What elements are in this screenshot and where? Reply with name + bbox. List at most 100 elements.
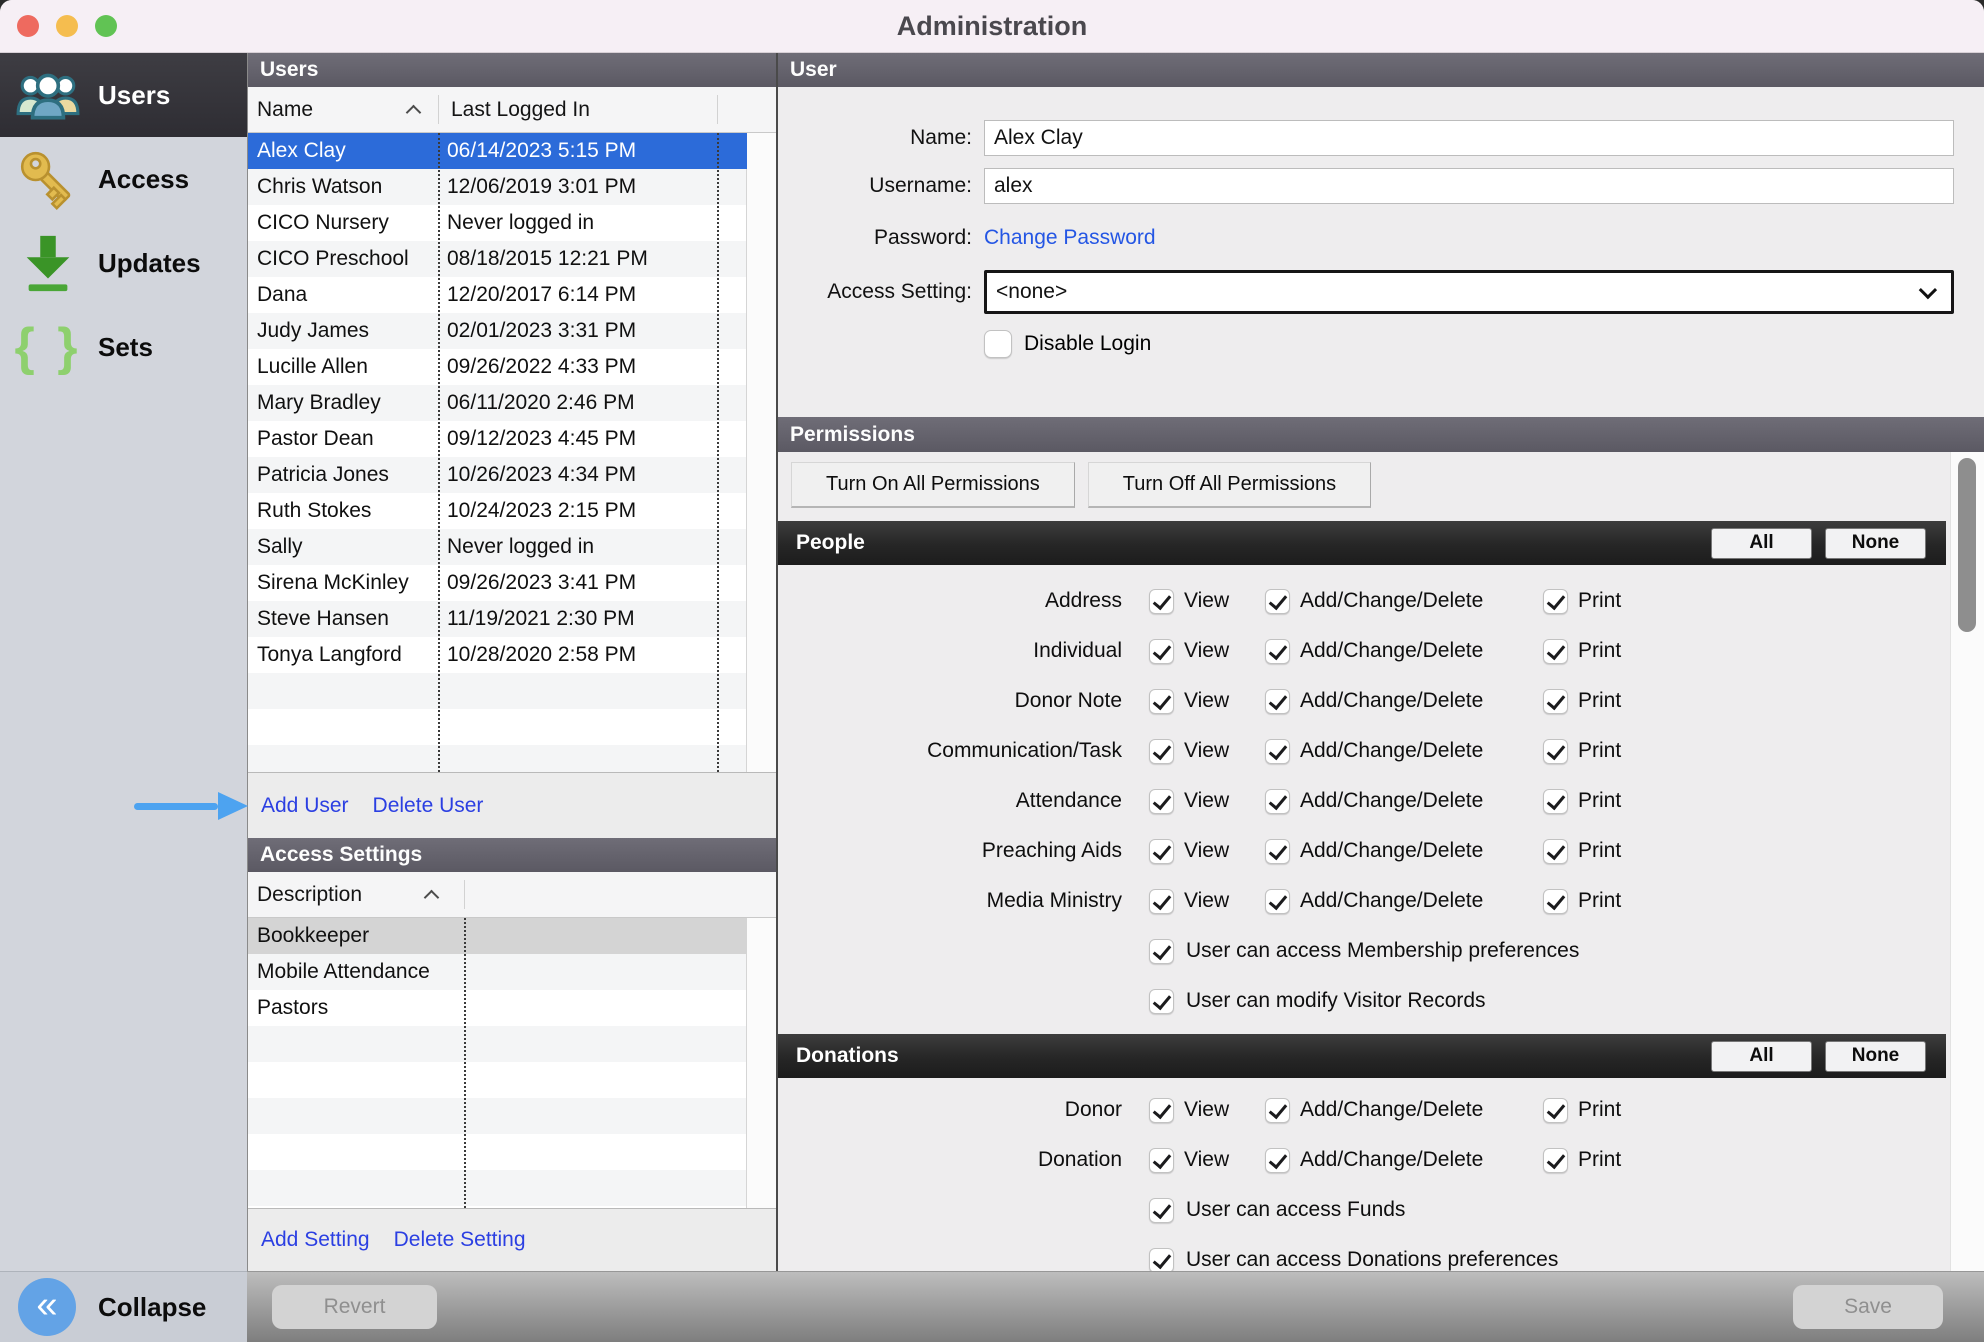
add-change-delete-checkbox[interactable] [1265, 588, 1290, 614]
user-name-cell: Lucille Allen [257, 355, 368, 378]
view-checkbox[interactable] [1149, 788, 1174, 814]
sidebar-item-access[interactable]: Access [0, 137, 247, 221]
permission-label: Donation [1037, 1148, 1122, 1171]
extra-permission-checkbox[interactable] [1149, 988, 1174, 1014]
print-checkbox[interactable] [1543, 788, 1568, 814]
print-checkbox[interactable] [1543, 738, 1568, 764]
add-change-delete-checkbox[interactable] [1265, 788, 1290, 814]
user-row[interactable]: Alex Clay 06/14/2023 5:15 PM [248, 133, 747, 169]
revert-button[interactable]: Revert [272, 1285, 437, 1329]
user-last-login-cell: 02/01/2023 3:31 PM [447, 319, 637, 342]
access-setting-select[interactable]: <none> [984, 270, 1954, 314]
people-none-button[interactable]: None [1825, 527, 1926, 559]
disable-login-checkbox[interactable] [984, 330, 1012, 358]
print-checkbox[interactable] [1543, 588, 1568, 614]
permission-row: Media Ministry View Add/Change/Delete Pr… [778, 876, 1984, 926]
access-setting-row[interactable]: Mobile Attendance [248, 954, 747, 990]
view-checkbox[interactable] [1149, 688, 1174, 714]
print-checkbox[interactable] [1543, 1097, 1568, 1123]
name-field[interactable] [984, 120, 1954, 156]
add-setting-link[interactable]: Add Setting [261, 1228, 370, 1252]
donations-permission-rows: Donor View Add/Change/Delete Print Donat… [778, 1085, 1984, 1185]
user-row[interactable]: Mary Bradley 06/11/2020 2:46 PM [248, 385, 747, 421]
print-checkbox[interactable] [1543, 638, 1568, 664]
extra-permission-row: User can modify Visitor Records [778, 976, 1984, 1026]
sidebar-item-sets[interactable]: { } Sets [0, 305, 247, 389]
access-settings-table: Bookkeeper Mobile Attendance Pastors [248, 918, 776, 1208]
user-row[interactable]: Judy James 02/01/2023 3:31 PM [248, 313, 747, 349]
users-col-name[interactable]: Name [248, 98, 408, 122]
view-checkbox[interactable] [1149, 588, 1174, 614]
extra-permission-checkbox[interactable] [1149, 938, 1174, 964]
view-checkbox[interactable] [1149, 1097, 1174, 1123]
permissions-scrollbar-thumb[interactable] [1958, 458, 1976, 632]
user-row[interactable]: Ruth Stokes 10/24/2023 2:15 PM [248, 493, 747, 529]
add-user-link[interactable]: Add User [261, 794, 349, 818]
user-row[interactable]: Steve Hansen 11/19/2021 2:30 PM [248, 601, 747, 637]
save-button[interactable]: Save [1793, 1285, 1943, 1329]
sidebar-label-updates: Updates [98, 247, 201, 278]
delete-user-link[interactable]: Delete User [373, 794, 484, 818]
access-settings-header: Access Settings [248, 838, 776, 872]
donations-none-button[interactable]: None [1825, 1040, 1926, 1072]
access-setting-row[interactable]: Pastors [248, 990, 747, 1026]
user-row[interactable]: CICO Preschool 08/18/2015 12:21 PM [248, 241, 747, 277]
users-col-last-logged-in[interactable]: Last Logged In [419, 98, 590, 122]
add-change-delete-checkbox[interactable] [1265, 1097, 1290, 1123]
access-col-description[interactable]: Description [248, 883, 426, 907]
people-extra-checks: User can access Membership preferences U… [778, 926, 1984, 1026]
print-checkbox[interactable] [1543, 888, 1568, 914]
user-row[interactable]: Chris Watson 12/06/2019 3:01 PM [248, 169, 747, 205]
user-last-login-cell: 10/28/2020 2:58 PM [447, 643, 637, 666]
user-row[interactable]: Sally Never logged in [248, 529, 747, 565]
user-row[interactable]: Patricia Jones 10/26/2023 4:34 PM [248, 457, 747, 493]
view-checkbox[interactable] [1149, 838, 1174, 864]
user-row[interactable]: Pastor Dean 09/12/2023 4:45 PM [248, 421, 747, 457]
view-checkbox[interactable] [1149, 738, 1174, 764]
donations-all-button[interactable]: All [1711, 1040, 1812, 1072]
print-checkbox[interactable] [1543, 688, 1568, 714]
permission-row: Donor View Add/Change/Delete Print [778, 1085, 1984, 1135]
collapse-button[interactable]: « [18, 1278, 76, 1336]
sort-ascending-icon [423, 889, 440, 906]
user-row[interactable]: Tonya Langford 10/28/2020 2:58 PM [248, 637, 747, 673]
print-checkbox[interactable] [1543, 838, 1568, 864]
view-checkbox[interactable] [1149, 1147, 1174, 1173]
user-name-cell: Patricia Jones [257, 463, 389, 486]
permissions-scrollbar-track[interactable] [1950, 452, 1984, 1342]
permission-row: Attendance View Add/Change/Delete Print [778, 776, 1984, 826]
add-change-delete-checkbox[interactable] [1265, 1147, 1290, 1173]
user-row[interactable]: Lucille Allen 09/26/2022 4:33 PM [248, 349, 747, 385]
username-field[interactable] [984, 168, 1954, 204]
access-description-cell: Bookkeeper [257, 924, 370, 947]
people-all-button[interactable]: All [1711, 527, 1812, 559]
add-change-delete-checkbox[interactable] [1265, 638, 1290, 664]
add-change-delete-checkbox[interactable] [1265, 688, 1290, 714]
user-name-cell: Ruth Stokes [257, 499, 372, 522]
extra-permission-checkbox[interactable] [1149, 1247, 1174, 1273]
access-setting-row[interactable]: Bookkeeper [248, 918, 747, 954]
add-change-delete-checkbox[interactable] [1265, 888, 1290, 914]
add-change-delete-checkbox[interactable] [1265, 838, 1290, 864]
user-name-cell: Tonya Langford [257, 643, 402, 666]
users-panel-header: Users [248, 53, 776, 87]
user-last-login-cell: 06/14/2023 5:15 PM [447, 139, 637, 162]
extra-permission-checkbox[interactable] [1149, 1197, 1174, 1223]
add-change-delete-checkbox[interactable] [1265, 738, 1290, 764]
user-row[interactable]: Dana 12/20/2017 6:14 PM [248, 277, 747, 313]
donations-extra-checks: User can access Funds User can access Do… [778, 1185, 1984, 1285]
user-panel-header: User [778, 53, 1984, 87]
extra-permission-label: User can access Membership preferences [1186, 939, 1580, 962]
user-row[interactable]: CICO Nursery Never logged in [248, 205, 747, 241]
view-checkbox[interactable] [1149, 888, 1174, 914]
user-row[interactable]: Sirena McKinley 09/26/2023 3:41 PM [248, 565, 747, 601]
user-name-cell: Alex Clay [257, 139, 346, 162]
print-checkbox[interactable] [1543, 1147, 1568, 1173]
delete-setting-link[interactable]: Delete Setting [394, 1228, 526, 1252]
turn-on-all-permissions-button[interactable]: Turn On All Permissions [791, 462, 1075, 508]
turn-off-all-permissions-button[interactable]: Turn Off All Permissions [1087, 462, 1372, 508]
change-password-link[interactable]: Change Password [984, 226, 1954, 250]
sidebar-item-updates[interactable]: Updates [0, 221, 247, 305]
view-checkbox[interactable] [1149, 638, 1174, 664]
sidebar-item-users[interactable]: Users [0, 53, 247, 137]
